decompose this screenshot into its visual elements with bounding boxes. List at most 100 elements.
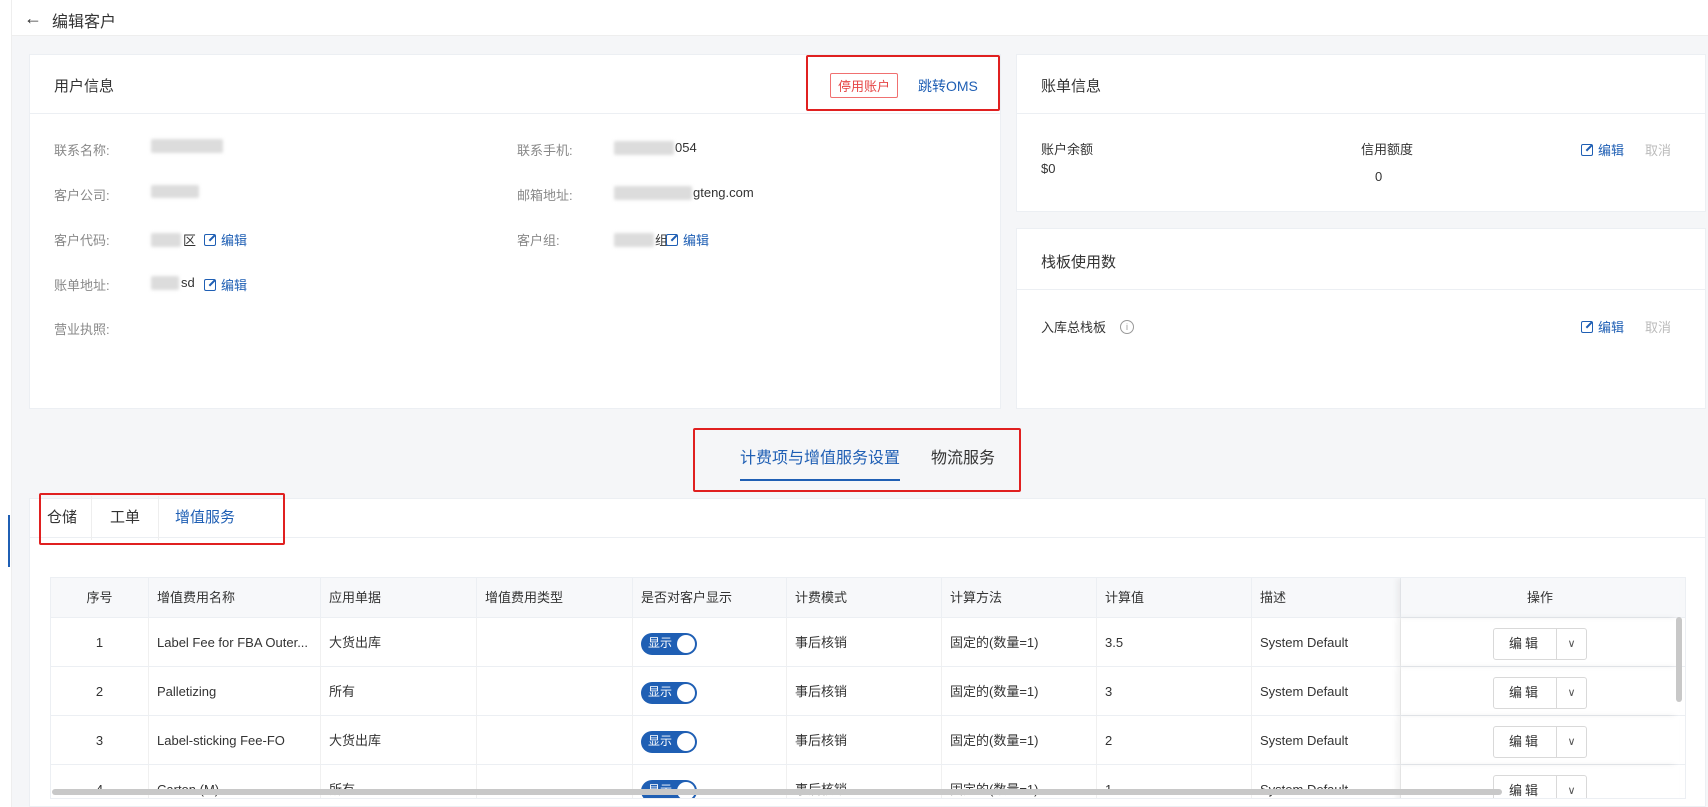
disable-account-button[interactable]: 停用账户: [830, 73, 899, 98]
subtab-value-added[interactable]: 增值服务: [159, 496, 251, 540]
balance-value: $0: [1041, 161, 1056, 176]
edit-button[interactable]: 编辑: [1494, 727, 1556, 757]
show-toggle[interactable]: 显示: [641, 632, 697, 655]
edit-label: 编辑: [1598, 320, 1625, 335]
chevron-down-icon[interactable]: ∨: [1556, 677, 1586, 708]
email-suffix: gteng.com: [693, 185, 754, 200]
cell-no: 2: [51, 667, 149, 715]
edit-icon: [666, 233, 678, 246]
email-label: 邮箱地址:: [517, 188, 573, 203]
cell-type: [477, 716, 633, 764]
cell-name: Palletizing: [149, 667, 321, 715]
cell-actions: 编辑 ∨: [1401, 716, 1679, 764]
tab-logistics-service[interactable]: 物流服务: [931, 444, 995, 468]
header-value: 计算值: [1097, 578, 1252, 617]
inbound-pallet-row: 入库总栈板 i: [1041, 317, 1135, 336]
cell-actions: 编辑 ∨: [1401, 618, 1679, 666]
divider: [1017, 289, 1705, 290]
table-row: 2 Palletizing 所有 显示 事后核销 固定的(数量=1) 3 Sys…: [51, 667, 1685, 716]
cell-type: [477, 667, 633, 715]
cell-mode: 事后核销: [787, 716, 942, 764]
inbound-pallet-label: 入库总栈板: [1041, 320, 1107, 335]
subtab-storage[interactable]: 仓储: [41, 496, 93, 540]
header-actions: 操作: [1401, 578, 1679, 617]
horizontal-scrollbar[interactable]: [52, 789, 1502, 795]
credit-label: 信用额度: [1361, 142, 1414, 157]
customer-group-label: 客户组:: [517, 233, 560, 248]
edit-button[interactable]: 编辑: [1494, 776, 1556, 798]
chevron-down-icon[interactable]: ∨: [1556, 775, 1586, 798]
cell-actions: 编辑 ∨: [1401, 667, 1679, 715]
header-show: 是否对客户显示: [633, 578, 787, 617]
edit-icon: [1581, 143, 1593, 156]
cell-desc: System Default: [1252, 716, 1401, 764]
jump-oms-link[interactable]: 跳转OMS: [918, 76, 978, 96]
cell-no: 3: [51, 716, 149, 764]
billing-address-label: 账单地址:: [54, 278, 110, 293]
pallet-usage-card: 栈板使用数 入库总栈板 i 编辑 取消: [1016, 228, 1706, 409]
edit-button[interactable]: 编辑: [1494, 629, 1556, 659]
subtab-work-order[interactable]: 工单: [92, 496, 160, 540]
customer-group-value: 组: [614, 230, 668, 249]
customer-group-edit-link[interactable]: 编辑: [666, 230, 709, 249]
sub-tabs: 仓储 工单 增值服务: [41, 496, 251, 540]
cell-doc: 所有: [321, 667, 477, 715]
contact-phone-label: 联系手机:: [517, 143, 573, 158]
info-icon[interactable]: i: [1120, 319, 1135, 334]
contact-phone-suffix: 054: [675, 140, 697, 155]
table-row: 3 Label-sticking Fee-FO 大货出库 显示 事后核销 固定的…: [51, 716, 1685, 765]
company-label: 客户公司:: [54, 188, 110, 203]
pallet-cancel-link[interactable]: 取消: [1645, 317, 1671, 336]
email-value: gteng.com: [614, 185, 754, 200]
action-group: 编辑 ∨: [1493, 627, 1587, 660]
customer-code-value: 区: [151, 230, 196, 249]
show-toggle[interactable]: 显示: [641, 730, 697, 753]
page-title: 编辑客户: [52, 14, 117, 31]
show-toggle[interactable]: 显示: [641, 681, 697, 704]
header-method: 计算方法: [942, 578, 1097, 617]
table-row: 1 Label Fee for FBA Outer... 大货出库 显示 事后核…: [51, 618, 1685, 667]
cell-method: 固定的(数量=1): [942, 667, 1097, 715]
header-no: 序号: [51, 578, 149, 617]
billing-address-value: sd: [151, 275, 195, 290]
billing-info-title: 账单信息: [1041, 78, 1102, 95]
header-doc: 应用单据: [321, 578, 477, 617]
cell-desc: System Default: [1252, 667, 1401, 715]
chevron-down-icon[interactable]: ∨: [1556, 628, 1586, 659]
action-group: 编辑 ∨: [1493, 676, 1587, 709]
pallet-usage-title: 栈板使用数: [1041, 254, 1117, 271]
billing-cancel-link[interactable]: 取消: [1645, 140, 1671, 159]
header-mode: 计费模式: [787, 578, 942, 617]
edit-label: 编辑: [221, 278, 248, 293]
cell-show: 显示: [633, 716, 787, 764]
cell-value: 2: [1097, 716, 1252, 764]
billing-edit-link[interactable]: 编辑: [1581, 140, 1624, 159]
vertical-scrollbar[interactable]: [1676, 617, 1682, 702]
cell-name: Label Fee for FBA Outer...: [149, 618, 321, 666]
contact-phone-value: 054: [614, 140, 697, 155]
header-type: 增值费用类型: [477, 578, 633, 617]
customer-code-edit-link[interactable]: 编辑: [204, 230, 247, 249]
edit-icon: [204, 233, 216, 246]
edit-label: 编辑: [683, 233, 710, 248]
tab-fee-settings[interactable]: 计费项与增值服务设置: [740, 444, 900, 468]
cell-doc: 大货出库: [321, 618, 477, 666]
cell-value: 3: [1097, 667, 1252, 715]
credit-value: 0: [1375, 169, 1383, 184]
cell-mode: 事后核销: [787, 667, 942, 715]
chevron-down-icon[interactable]: ∨: [1556, 726, 1586, 757]
arrow-left-icon[interactable]: ←: [24, 8, 44, 28]
billing-address-suffix: sd: [181, 275, 195, 290]
billing-info-card: 账单信息 账户余额 $0 信用额度 0 编辑 取消: [1016, 54, 1706, 212]
edit-label: 编辑: [221, 233, 248, 248]
cell-type: [477, 618, 633, 666]
show-toggle-label: 显示: [648, 636, 673, 651]
edit-button[interactable]: 编辑: [1494, 678, 1556, 708]
top-bar: ← 编辑客户: [12, 0, 1708, 36]
billing-address-edit-link[interactable]: 编辑: [204, 275, 247, 294]
tab-active-underline: [740, 479, 900, 481]
cell-mode: 事后核销: [787, 618, 942, 666]
cell-doc: 大货出库: [321, 716, 477, 764]
cell-method: 固定的(数量=1): [942, 716, 1097, 764]
pallet-edit-link[interactable]: 编辑: [1581, 317, 1624, 336]
